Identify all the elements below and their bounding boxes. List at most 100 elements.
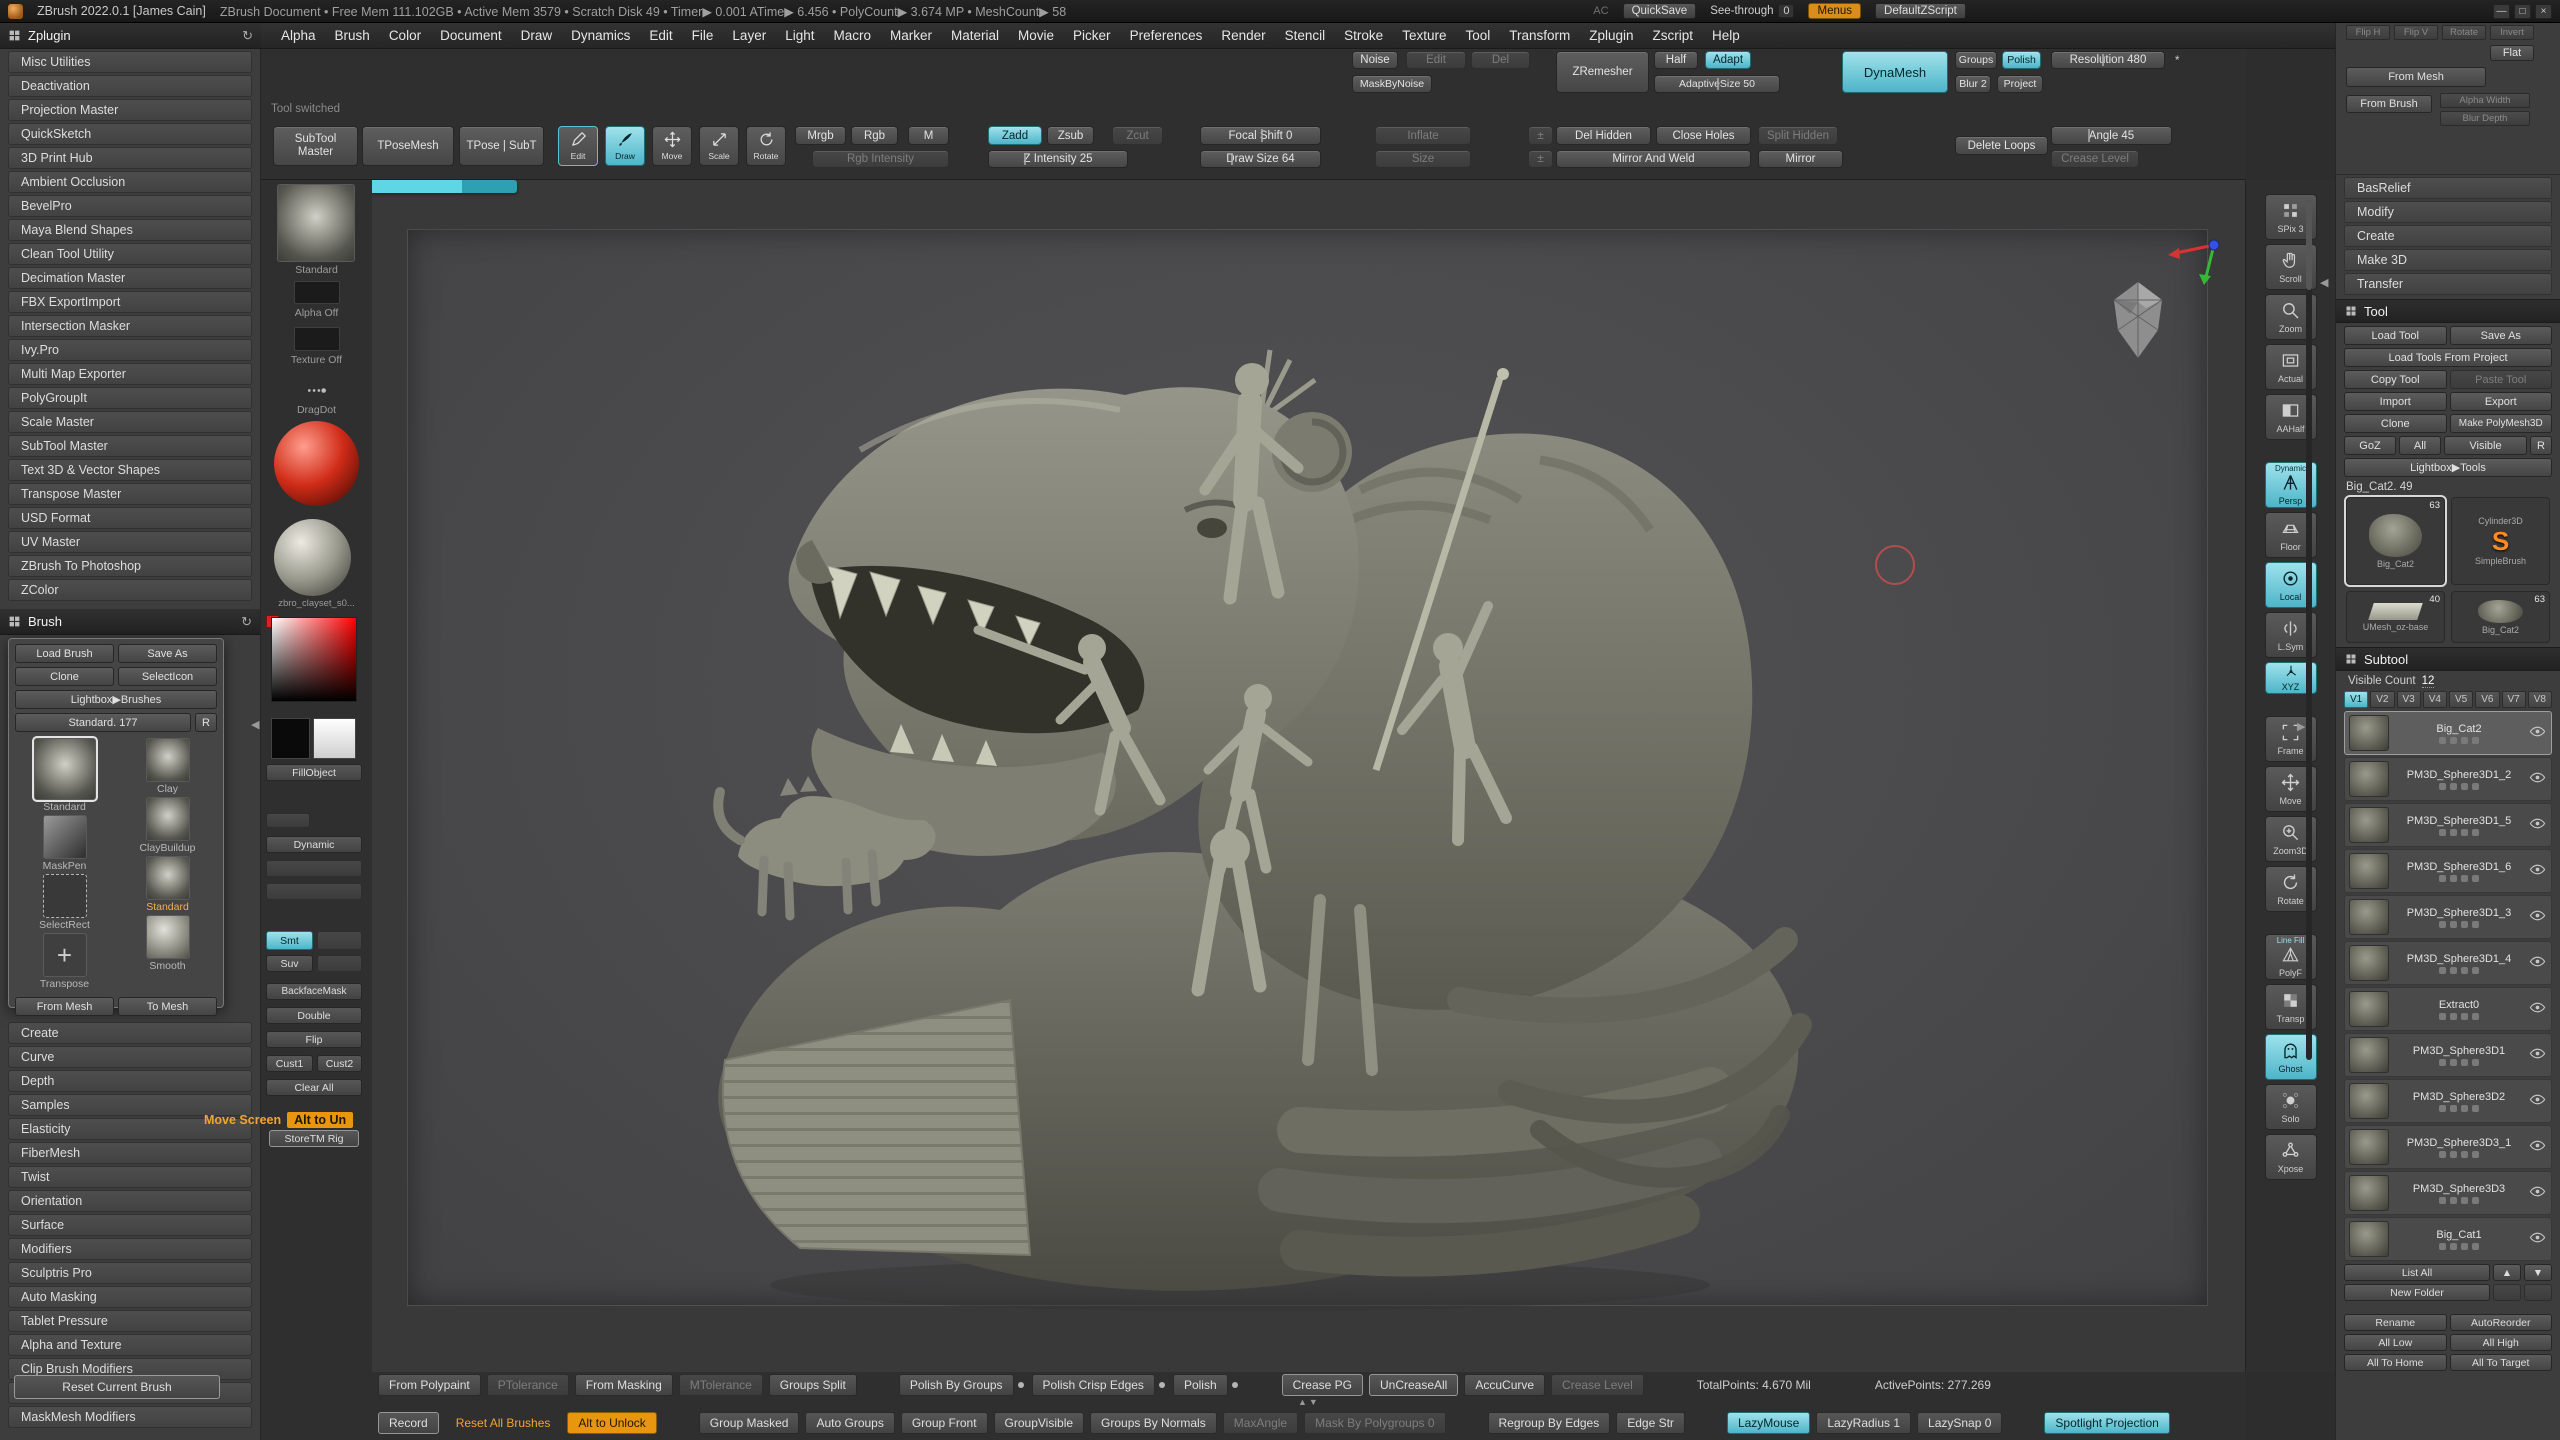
- camera-head-icon[interactable]: [2106, 278, 2170, 362]
- menu-item[interactable]: Edit: [641, 26, 680, 45]
- brush-menu-item[interactable]: Alpha and Texture: [8, 1334, 252, 1356]
- brush-thumbnail[interactable]: Clay: [120, 738, 215, 795]
- zplugin-menu-item[interactable]: ZBrush To Photoshop: [8, 555, 252, 577]
- material-preview-sphere[interactable]: [274, 421, 359, 506]
- visibility-eye-icon[interactable]: [2529, 953, 2547, 973]
- edit-mode-button[interactable]: Move: [652, 126, 692, 166]
- subtool-row[interactable]: PM3D_Sphere3D3: [2344, 1171, 2552, 1215]
- subtool-thumbnail[interactable]: [2349, 991, 2389, 1027]
- zplugin-menu-item[interactable]: Decimation Master: [8, 267, 252, 289]
- subtool-version-tab[interactable]: V8: [2528, 691, 2552, 708]
- brush-thumbnail[interactable]: Standard: [17, 738, 112, 813]
- rotate-alpha-button[interactable]: Rotate: [2442, 25, 2486, 40]
- subtool-version-tab[interactable]: V4: [2423, 691, 2447, 708]
- default-zscript-button[interactable]: DefaultZScript: [1875, 3, 1966, 19]
- bottom-bar-button[interactable]: LazyRadius 1: [1816, 1412, 1911, 1434]
- goz-r-button[interactable]: R: [2530, 436, 2552, 455]
- right-shelf-button[interactable]: Xpose: [2265, 1134, 2317, 1180]
- zplugin-menu-item[interactable]: Projection Master: [8, 99, 252, 121]
- edit-mode-button[interactable]: Scale: [699, 126, 739, 166]
- smt-button[interactable]: Smt: [266, 931, 313, 950]
- flip-h-button[interactable]: Flip H: [2346, 25, 2390, 40]
- canvas-scrollbar[interactable]: [2306, 200, 2312, 1060]
- zplugin-menu-item[interactable]: Maya Blend Shapes: [8, 219, 252, 241]
- mirror-and-weld-button[interactable]: Mirror And Weld: [1556, 150, 1751, 168]
- subtool-row[interactable]: PM3D_Sphere3D1_5: [2344, 803, 2552, 847]
- refresh-icon[interactable]: ↻: [242, 28, 253, 44]
- sculpture-3d-model[interactable]: [660, 300, 1840, 1320]
- menu-item[interactable]: Layer: [724, 26, 774, 45]
- zplugin-menu-item[interactable]: Clean Tool Utility: [8, 243, 252, 265]
- to-mesh-button[interactable]: To Mesh: [118, 997, 217, 1016]
- bottom-bar-button[interactable]: Auto Groups: [805, 1412, 894, 1434]
- inflate-slider[interactable]: Inflate: [1375, 126, 1471, 145]
- zplugin-menu-item[interactable]: FBX ExportImport: [8, 291, 252, 313]
- m-button[interactable]: M: [908, 126, 949, 145]
- menus-button[interactable]: Menus: [1808, 3, 1861, 19]
- subtool-version-tab[interactable]: V3: [2397, 691, 2421, 708]
- bottom-bar-button[interactable]: Record: [378, 1412, 439, 1434]
- size-slider[interactable]: Size: [1375, 150, 1471, 168]
- brush-menu-item[interactable]: MaskMesh Modifiers: [8, 1406, 252, 1428]
- edit-mode-button[interactable]: Edit: [558, 126, 598, 166]
- subtool-master-button[interactable]: SubTool Master: [273, 126, 358, 166]
- bottom-bar-button[interactable]: Alt to Unlock: [567, 1412, 656, 1434]
- subtool-thumbnail[interactable]: [2349, 715, 2389, 751]
- subtool-thumbnail[interactable]: [2349, 761, 2389, 797]
- zsub-button[interactable]: Zsub: [1047, 126, 1094, 145]
- bottom-bar-button[interactable]: Polish By Groups: [899, 1374, 1014, 1396]
- clone-tool-button[interactable]: Clone: [2344, 414, 2447, 433]
- brush-menu-item[interactable]: Sculptris Pro: [8, 1262, 252, 1284]
- visibility-eye-icon[interactable]: [2529, 1183, 2547, 1203]
- visibility-eye-icon[interactable]: [2529, 1137, 2547, 1157]
- menu-item[interactable]: Movie: [1010, 26, 1062, 45]
- menu-item[interactable]: Draw: [513, 26, 561, 45]
- blur-button[interactable]: Blur 2: [1955, 75, 1991, 93]
- make-polymesh3d-button[interactable]: Make PolyMesh3D: [2450, 414, 2553, 433]
- bottom-bar-button[interactable]: PTolerance: [487, 1374, 569, 1396]
- crease-level-slider[interactable]: Crease Level: [2051, 150, 2139, 168]
- inflate-plusminus-button[interactable]: ±: [1528, 126, 1553, 145]
- subtool-row[interactable]: PM3D_Sphere3D1_2: [2344, 757, 2552, 801]
- flip-button[interactable]: Flip: [266, 1031, 362, 1048]
- flip-v-button[interactable]: Flip V: [2394, 25, 2438, 40]
- menu-item[interactable]: Preferences: [1122, 26, 1211, 45]
- zplugin-menu-item[interactable]: BevelPro: [8, 195, 252, 217]
- all-to-target-button[interactable]: All To Target: [2450, 1354, 2553, 1371]
- minimize-button[interactable]: —: [2493, 4, 2510, 19]
- mask-by-noise-button[interactable]: MaskByNoise: [1352, 75, 1432, 93]
- subtool-version-tab[interactable]: V1: [2344, 691, 2368, 708]
- resolution-slider[interactable]: Resolution 480: [2051, 51, 2165, 69]
- bottom-bar-button[interactable]: Groups Split: [769, 1374, 857, 1396]
- subtool-version-tab[interactable]: V6: [2475, 691, 2499, 708]
- bottom-bar-button[interactable]: Mask By Polygroups 0: [1304, 1412, 1445, 1434]
- subtool-row[interactable]: PM3D_Sphere3D3_1: [2344, 1125, 2552, 1169]
- goz-all-button[interactable]: All: [2399, 436, 2441, 455]
- zplugin-menu-item[interactable]: Ivy.Pro: [8, 339, 252, 361]
- tool-thumbnail-current[interactable]: 63 Big_Cat2: [2346, 497, 2445, 585]
- zplugin-menu-item[interactable]: Intersection Masker: [8, 315, 252, 337]
- secondary-color-swatch[interactable]: [313, 718, 356, 759]
- subtool-palette-header[interactable]: Subtool: [2336, 647, 2560, 671]
- subtool-version-tab[interactable]: V7: [2502, 691, 2526, 708]
- clone-brush-button[interactable]: Clone: [15, 667, 114, 686]
- tool-thumbnail-simplebrush[interactable]: Cylinder3D S SimpleBrush: [2451, 497, 2550, 585]
- menu-item[interactable]: Material: [943, 26, 1007, 45]
- draw-size-slider[interactable]: Draw Size 64: [1200, 150, 1321, 168]
- rename-button[interactable]: Rename: [2344, 1314, 2447, 1331]
- noise-del-button[interactable]: Del: [1471, 51, 1530, 69]
- noise-button[interactable]: Noise: [1352, 51, 1398, 69]
- menu-item[interactable]: Picker: [1065, 26, 1119, 45]
- alpha-subpalette-header[interactable]: Modify: [2344, 201, 2552, 223]
- brush-thumbnail-image[interactable]: [43, 933, 87, 977]
- menu-item[interactable]: Marker: [882, 26, 940, 45]
- visibility-eye-icon[interactable]: [2529, 815, 2547, 835]
- subtool-down-button[interactable]: ▼: [2524, 1264, 2552, 1281]
- bottom-bar-button[interactable]: Polish: [1173, 1374, 1228, 1396]
- alpha-subpalette-header[interactable]: BasRelief: [2344, 177, 2552, 199]
- menu-item[interactable]: Color: [381, 26, 429, 45]
- store-tm-rig-button[interactable]: StoreTM Rig: [269, 1130, 359, 1147]
- bottom-bar-button[interactable]: LazySnap 0: [1917, 1412, 2002, 1434]
- select-icon-button[interactable]: SelectIcon: [118, 667, 217, 686]
- right-tray-toggle-arrow[interactable]: ▶: [2297, 720, 2305, 733]
